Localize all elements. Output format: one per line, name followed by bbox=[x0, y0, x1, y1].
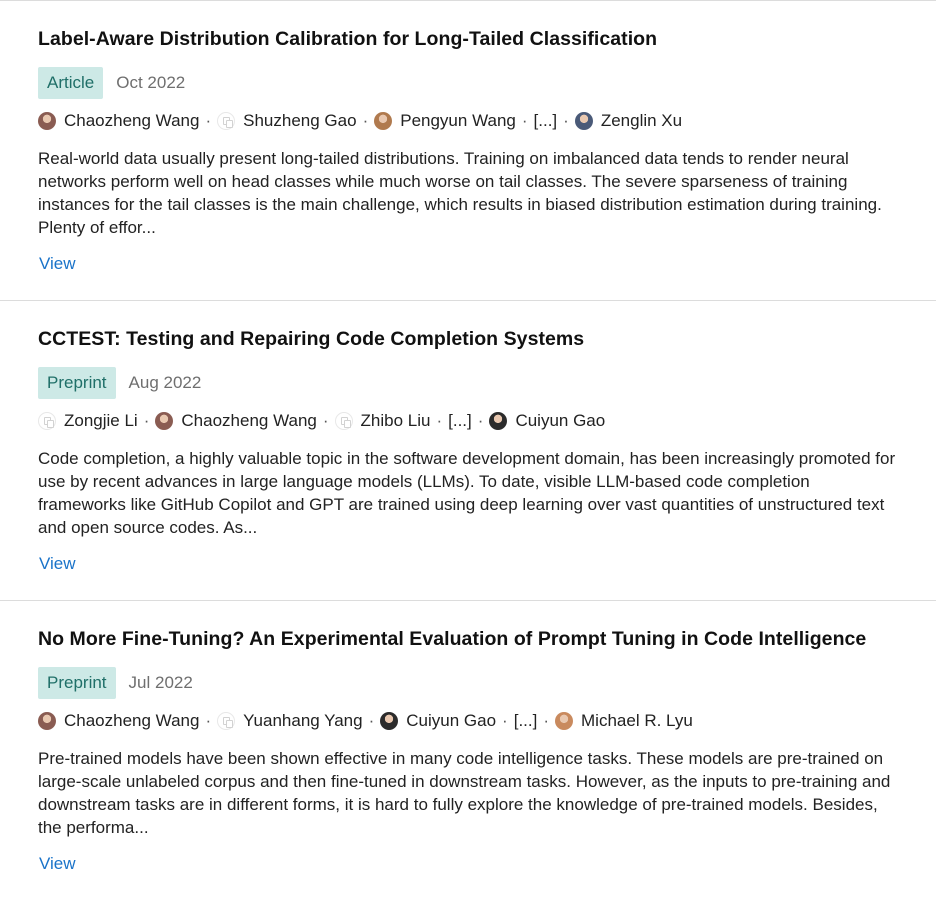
author-name: [...] bbox=[448, 411, 472, 430]
author-link[interactable]: Zhibo Liu bbox=[334, 411, 431, 431]
author-link[interactable]: Pengyun Wang bbox=[374, 111, 516, 131]
author-name: Cuiyun Gao bbox=[406, 711, 497, 730]
author-separator: · bbox=[205, 111, 212, 130]
publication-type-badge: Article bbox=[38, 67, 104, 99]
author-placeholder-icon bbox=[334, 412, 353, 430]
author-link[interactable]: Michael R. Lyu bbox=[555, 711, 693, 731]
author-name: Michael R. Lyu bbox=[581, 711, 693, 730]
author-name: Zhibo Liu bbox=[360, 411, 431, 430]
author-avatar bbox=[374, 112, 393, 130]
author-avatar bbox=[155, 412, 174, 430]
publication-meta: Article Oct 2022 bbox=[38, 67, 185, 99]
publication-abstract: Pre-trained models have been shown effec… bbox=[38, 749, 891, 837]
author-separator: · bbox=[477, 411, 484, 430]
publication-meta: Preprint Jul 2022 bbox=[38, 667, 193, 699]
author-separator: · bbox=[543, 711, 550, 730]
publication-abstract: Code completion, a highly valuable topic… bbox=[38, 449, 896, 537]
publication-item: No More Fine-Tuning? An Experimental Eva… bbox=[0, 600, 936, 900]
author-link[interactable]: Chaozheng Wang bbox=[38, 111, 199, 131]
author-list: Chaozheng Wang · Yuanhang Yang · Cuiyun Gao ·… bbox=[38, 711, 693, 731]
author-name: [...] bbox=[513, 711, 538, 730]
author-avatar bbox=[489, 412, 508, 430]
author-separator: · bbox=[205, 711, 212, 730]
author-link[interactable]: Yuanhang Yang bbox=[217, 711, 363, 731]
author-placeholder-icon bbox=[217, 712, 236, 730]
author-name: Chaozheng Wang bbox=[64, 711, 200, 730]
author-link[interactable]: Chaozheng Wang bbox=[155, 411, 317, 431]
author-name: Chaozheng Wang bbox=[181, 411, 317, 430]
author-separator: · bbox=[521, 111, 528, 130]
author-link[interactable]: Cuiyun Gao bbox=[489, 411, 605, 431]
publication-type-badge: Preprint bbox=[38, 667, 116, 699]
publication-item: Label-Aware Distribution Calibration for… bbox=[0, 0, 936, 300]
author-avatar bbox=[38, 112, 56, 130]
author-separator: · bbox=[143, 411, 150, 430]
author-name: Zenglin Xu bbox=[600, 111, 683, 130]
publication-item: CCTEST: Testing and Repairing Code Compl… bbox=[0, 300, 936, 600]
author-name: Yuanhang Yang bbox=[243, 711, 363, 730]
author-name: Shuzheng Gao bbox=[243, 111, 357, 130]
publication-meta: Preprint Aug 2022 bbox=[38, 367, 201, 399]
author-link[interactable]: Zenglin Xu bbox=[574, 111, 683, 131]
view-link[interactable]: View bbox=[39, 254, 76, 274]
author-link[interactable]: Zongjie Li bbox=[38, 411, 138, 431]
author-link[interactable]: Chaozheng Wang bbox=[38, 711, 199, 731]
more-authors[interactable]: [...] bbox=[448, 411, 472, 431]
publication-title[interactable]: No More Fine-Tuning? An Experimental Eva… bbox=[38, 628, 866, 651]
author-list: Zongjie Li · Chaozheng Wang · Zhibo Liu · [...… bbox=[38, 411, 605, 431]
author-name: Pengyun Wang bbox=[400, 111, 516, 130]
author-separator: · bbox=[563, 111, 569, 130]
author-separator: · bbox=[368, 711, 375, 730]
publication-date: Aug 2022 bbox=[128, 373, 202, 392]
author-name: Zongjie Li bbox=[64, 411, 138, 430]
publication-list: Label-Aware Distribution Calibration for… bbox=[0, 0, 936, 900]
author-name: Cuiyun Gao bbox=[515, 411, 606, 430]
author-avatar bbox=[555, 712, 574, 730]
publication-title[interactable]: Label-Aware Distribution Calibration for… bbox=[38, 28, 657, 51]
author-separator: · bbox=[322, 411, 329, 430]
publication-date: Jul 2022 bbox=[128, 673, 193, 692]
author-avatar bbox=[380, 712, 399, 730]
publication-abstract: Real-world data usually present long-tai… bbox=[38, 149, 882, 237]
more-authors[interactable]: [...] bbox=[514, 711, 538, 731]
publication-date: Oct 2022 bbox=[116, 73, 186, 92]
author-list: Chaozheng Wang · Shuzheng Gao · Pengyun Wang… bbox=[38, 111, 682, 131]
publication-type-badge: Preprint bbox=[38, 367, 116, 399]
view-link[interactable]: View bbox=[39, 854, 76, 874]
author-link[interactable]: Cuiyun Gao bbox=[380, 711, 496, 731]
more-authors[interactable]: [...] bbox=[534, 111, 558, 131]
author-name: [...] bbox=[533, 111, 558, 130]
author-avatar bbox=[574, 112, 593, 130]
author-separator: · bbox=[502, 711, 508, 730]
author-separator: · bbox=[436, 411, 443, 430]
publication-title[interactable]: CCTEST: Testing and Repairing Code Compl… bbox=[38, 328, 584, 351]
author-avatar bbox=[38, 712, 56, 730]
author-placeholder-icon bbox=[38, 412, 56, 430]
author-link[interactable]: Shuzheng Gao bbox=[217, 111, 357, 131]
author-placeholder-icon bbox=[217, 112, 236, 130]
view-link[interactable]: View bbox=[39, 554, 76, 574]
author-separator: · bbox=[362, 111, 369, 130]
author-name: Chaozheng Wang bbox=[64, 111, 200, 130]
